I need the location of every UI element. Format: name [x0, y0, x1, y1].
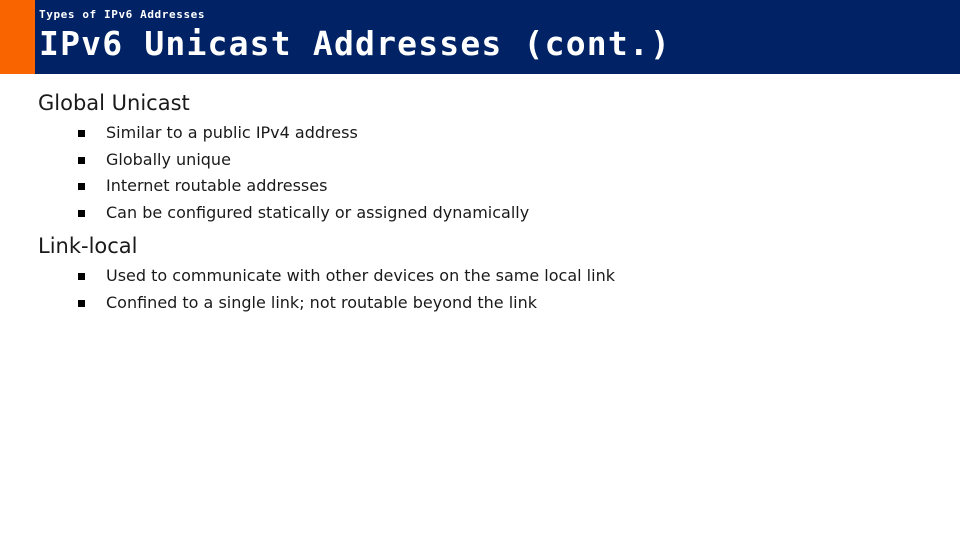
- section-global-unicast: Global Unicast Similar to a public IPv4 …: [0, 90, 960, 226]
- header-eyebrow-label: Types of IPv6 Addresses: [39, 8, 206, 21]
- square-bullet-icon: [78, 130, 85, 137]
- list-item: Used to communicate with other devices o…: [0, 263, 960, 290]
- square-bullet-icon: [78, 299, 85, 307]
- list-item-label: Globally unique: [106, 149, 231, 169]
- section-heading-global-unicast: Global Unicast: [38, 91, 190, 115]
- list-item: Internet routable addresses: [0, 173, 960, 200]
- square-bullet-icon: [78, 209, 85, 217]
- page-title: IPv6 Unicast Addresses (cont.): [39, 24, 672, 63]
- list-item-label: Similar to a public IPv4 address: [106, 123, 358, 142]
- list-item: Can be configured statically or assigned…: [0, 200, 960, 227]
- list-item-label: Confined to a single link; not routable …: [106, 292, 538, 312]
- bullet-list-global-unicast: Similar to a public IPv4 address Globall…: [0, 120, 960, 226]
- list-item: Confined to a single link; not routable …: [0, 290, 960, 317]
- list-item: Similar to a public IPv4 address: [0, 120, 960, 147]
- list-item-label: Used to communicate with other devices o…: [106, 266, 615, 285]
- square-bullet-icon: [78, 273, 85, 280]
- header-accent-bar: [0, 0, 35, 74]
- section-heading-link-local: Link-local: [38, 234, 138, 258]
- square-bullet-icon: [78, 156, 85, 164]
- square-bullet-icon: [78, 183, 85, 190]
- slide-header: Types of IPv6 Addresses IPv6 Unicast Add…: [0, 0, 960, 74]
- list-item-label: Can be configured statically or assigned…: [106, 202, 530, 222]
- list-item: Globally unique: [0, 147, 960, 174]
- bullet-list-link-local: Used to communicate with other devices o…: [0, 263, 960, 316]
- section-link-local: Link-local Used to communicate with othe…: [0, 233, 960, 316]
- list-item-label: Internet routable addresses: [106, 176, 328, 195]
- slide-body: Global Unicast Similar to a public IPv4 …: [0, 74, 960, 540]
